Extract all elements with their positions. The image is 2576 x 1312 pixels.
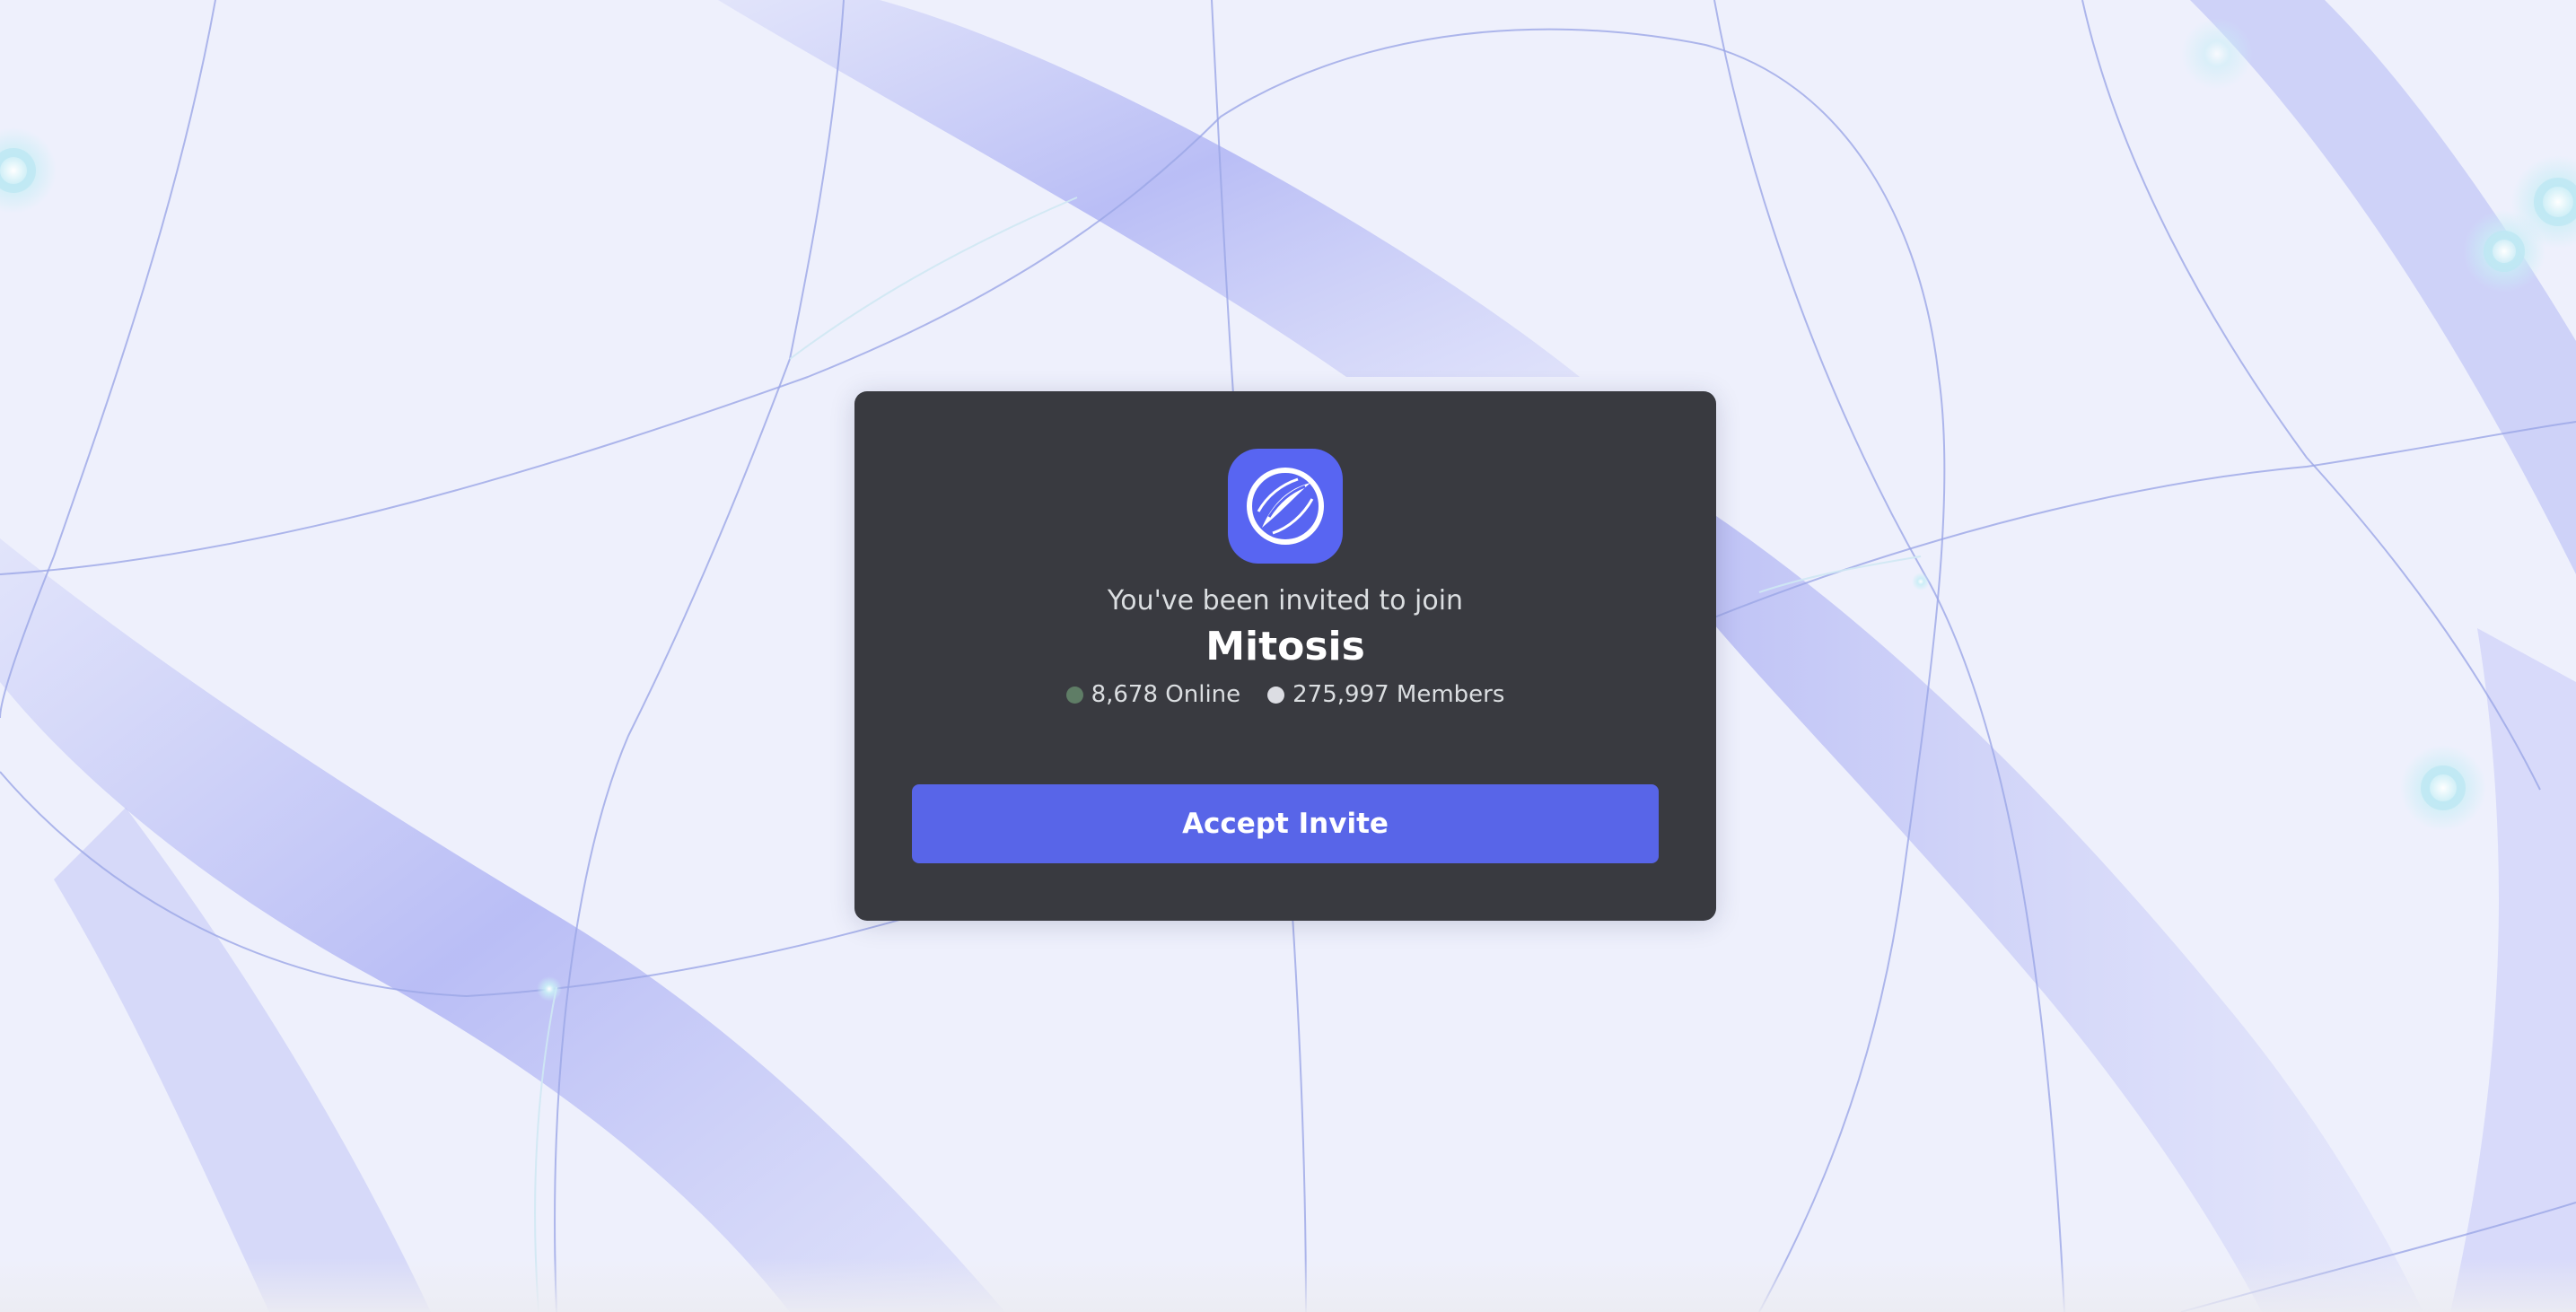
online-count: 8,678 Online bbox=[1091, 681, 1241, 708]
member-dot-icon bbox=[1267, 686, 1285, 704]
online-dot-icon bbox=[1065, 686, 1083, 704]
mitosis-logo-icon bbox=[1228, 449, 1343, 564]
member-stat: 275,997 Members bbox=[1267, 678, 1504, 711]
bottom-fade bbox=[0, 1258, 2576, 1312]
online-stat: 8,678 Online bbox=[1065, 678, 1241, 711]
member-count: 275,997 Members bbox=[1292, 681, 1505, 708]
invite-subtitle: You've been invited to join bbox=[1107, 585, 1464, 617]
accept-invite-button[interactable]: Accept Invite bbox=[912, 784, 1659, 863]
invite-page: You've been invited to join Mitosis 8,67… bbox=[0, 0, 2576, 1312]
server-stats: 8,678 Online 275,997 Members bbox=[854, 678, 1716, 711]
invite-card: You've been invited to join Mitosis 8,67… bbox=[854, 391, 1716, 921]
server-name: Mitosis bbox=[1205, 624, 1365, 669]
